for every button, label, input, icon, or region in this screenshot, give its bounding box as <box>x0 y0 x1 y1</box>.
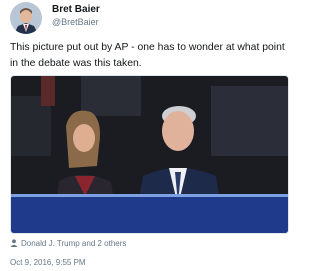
tweet-timestamp[interactable]: Oct 9, 2016, 9:55 PM <box>10 258 86 267</box>
retweeted-by[interactable]: Donald J. Trump and 2 others <box>10 239 126 249</box>
author-name[interactable]: Bret Baier <box>52 4 100 15</box>
tweet-photo[interactable] <box>10 75 289 234</box>
avatar-image <box>10 2 42 34</box>
tweet-text: This picture put out by AP - one has to … <box>10 42 285 69</box>
retweeted-by-text: Donald J. Trump and 2 others <box>21 239 127 248</box>
user-icon <box>10 239 18 249</box>
debate-audience-photo <box>11 76 288 233</box>
avatar[interactable] <box>10 2 42 34</box>
author-handle[interactable]: @BretBaier <box>52 17 99 27</box>
